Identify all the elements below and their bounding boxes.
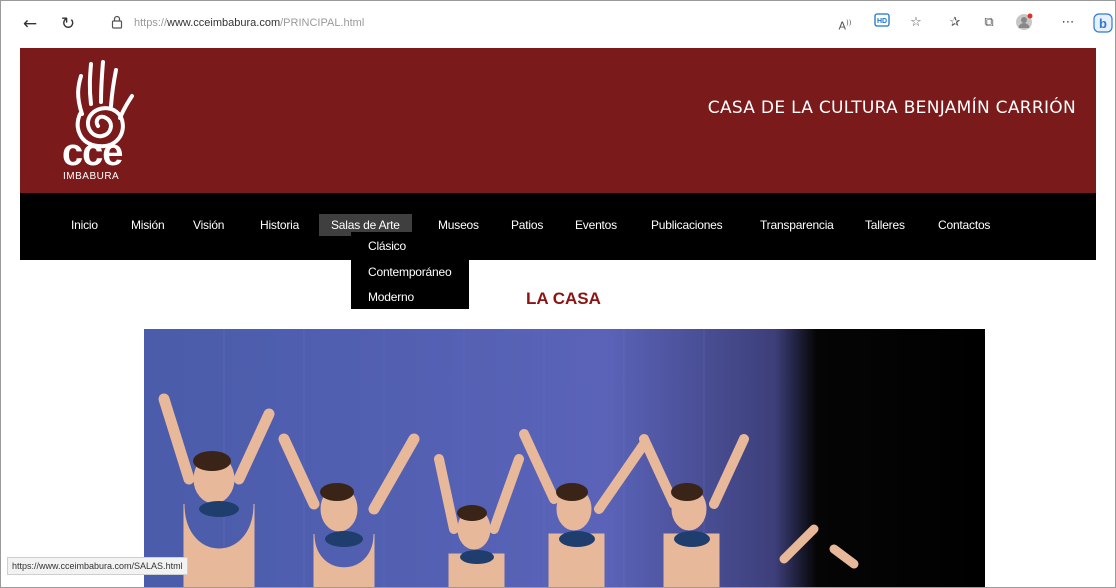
favorites-add-icon[interactable]: ☆ <box>906 13 926 33</box>
url-host: www.cceimbabura.com <box>167 17 281 29</box>
nav-item-contactos[interactable]: Contactos <box>938 214 990 236</box>
dropdown-item-clasico[interactable]: Clásico <box>368 239 406 253</box>
address-bar[interactable]: https://www.cceimbabura.com/PRINCIPAL.ht… <box>134 17 364 29</box>
svg-text:b: b <box>1099 16 1107 31</box>
dropdown-item-moderno[interactable]: Moderno <box>368 290 414 304</box>
dancers-image <box>144 329 985 587</box>
logo-wordmark: cce <box>62 132 123 174</box>
collections-icon[interactable]: ⧉ <box>979 13 999 33</box>
nav-item-eventos[interactable]: Eventos <box>575 214 617 236</box>
url-prefix: https:// <box>134 17 168 29</box>
bing-copilot-icon[interactable]: b <box>1093 13 1113 33</box>
nav-item-publicaciones[interactable]: Publicaciones <box>651 214 723 236</box>
lock-icon[interactable] <box>111 15 123 29</box>
svg-text:HD: HD <box>877 18 887 25</box>
main-nav: Inicio Misión Visión Historia Salas de A… <box>20 193 1096 260</box>
browser-toolbar: ← ↻ https://www.cceimbabura.com/PRINCIPA… <box>1 1 1115 48</box>
nav-item-vision[interactable]: Visión <box>193 214 224 236</box>
nav-item-patios[interactable]: Patios <box>511 214 543 236</box>
url-path: /PRINCIPAL.html <box>280 17 365 29</box>
salas-dropdown-menu: Clásico Contemporáneo Moderno <box>351 232 469 309</box>
refresh-icon[interactable]: ↻ <box>57 13 79 35</box>
site-title: CASA DE LA CULTURA BENJAMÍN CARRIÓN <box>707 98 1076 118</box>
site-header: cce IMBABURA CASA DE LA CULTURA BENJAMÍN… <box>20 48 1096 193</box>
browser-window: ← ↻ https://www.cceimbabura.com/PRINCIPA… <box>0 0 1116 588</box>
read-aloud-icon[interactable]: A)) <box>835 13 855 33</box>
profile-icon[interactable] <box>1014 13 1034 33</box>
nav-item-inicio[interactable]: Inicio <box>71 214 98 236</box>
page-right-margin <box>1097 48 1115 587</box>
nav-item-talleres[interactable]: Talleres <box>865 214 905 236</box>
nav-item-transparencia[interactable]: Transparencia <box>760 214 834 236</box>
hd-icon[interactable]: HD <box>872 13 892 33</box>
hero-photo <box>144 329 985 587</box>
more-menu-icon[interactable]: ⋯ <box>1058 13 1078 33</box>
status-bar-url: https://www.cceimbabura.com/SALAS.html <box>7 557 188 575</box>
back-arrow-icon[interactable]: ← <box>19 13 41 35</box>
logo-subtext: IMBABURA <box>63 171 120 182</box>
dropdown-item-contemporaneo[interactable]: Contemporáneo <box>368 265 452 279</box>
nav-item-historia[interactable]: Historia <box>260 214 299 236</box>
page-title: LA CASA <box>526 289 601 308</box>
favorites-icon[interactable]: ✰ <box>945 13 965 33</box>
nav-item-mision[interactable]: Misión <box>131 214 165 236</box>
